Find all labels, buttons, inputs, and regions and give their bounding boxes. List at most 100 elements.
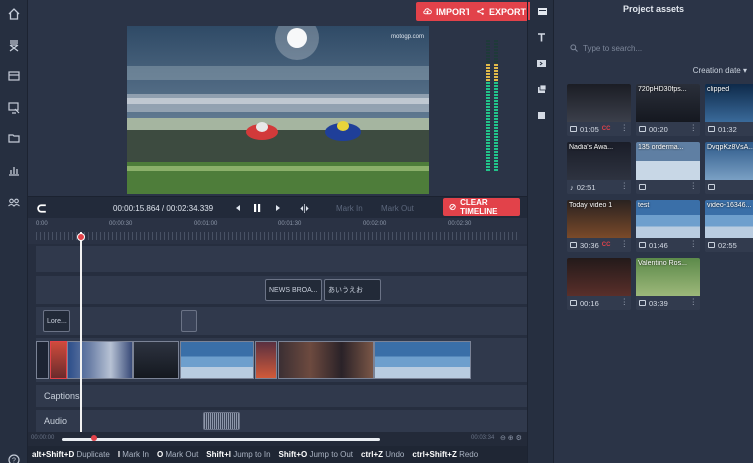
asset-card[interactable]: clipped 01:32⋮ bbox=[705, 84, 753, 136]
screen-edit-icon[interactable] bbox=[0, 98, 28, 118]
export-button[interactable]: EXPORT bbox=[469, 2, 534, 21]
meter-segment bbox=[486, 64, 490, 66]
clear-timeline-button[interactable]: CLEAR TIMELINE bbox=[443, 198, 520, 216]
asset-name: DvqpKz8VsA... bbox=[707, 144, 753, 151]
asset-card[interactable]: DvqpKz8VsA... ⋮ bbox=[705, 142, 753, 194]
assets-search-input[interactable]: Type to search... bbox=[570, 40, 740, 56]
video-clip[interactable] bbox=[255, 341, 277, 379]
director-chair-icon[interactable] bbox=[0, 36, 28, 56]
asset-card[interactable]: 135 orderma... ⋮ bbox=[636, 142, 700, 194]
chevron-down-icon: ▾ bbox=[742, 66, 747, 75]
video-clip[interactable] bbox=[36, 341, 49, 379]
meter-segment bbox=[486, 148, 490, 150]
video-icon bbox=[639, 242, 646, 248]
magnet-icon[interactable] bbox=[37, 197, 48, 219]
meter-segment bbox=[486, 61, 490, 63]
more-options-icon[interactable]: ⋮ bbox=[621, 181, 629, 190]
previous-frame-button[interactable] bbox=[234, 197, 242, 219]
mark-in-button[interactable]: Mark In bbox=[336, 197, 363, 219]
meter-segment bbox=[494, 82, 498, 84]
asset-card[interactable]: 720pHD30fps... 00:20 ⋮ bbox=[636, 84, 700, 136]
meter-segment bbox=[494, 52, 498, 54]
team-icon[interactable] bbox=[0, 192, 28, 212]
video-clip[interactable] bbox=[180, 341, 254, 379]
asset-card[interactable]: Valentino Ros... 03:39 ⋮ bbox=[636, 258, 700, 310]
meter-segment bbox=[486, 94, 490, 96]
stickers-tab-icon[interactable] bbox=[528, 80, 555, 98]
meter-segment bbox=[494, 166, 498, 168]
more-options-icon[interactable]: ⋮ bbox=[690, 239, 698, 248]
split-icon[interactable] bbox=[300, 197, 309, 219]
asset-duration: 02:51 bbox=[576, 182, 596, 192]
asset-card[interactable]: Today video 1 30:36 CC ⋮ bbox=[567, 200, 631, 252]
playhead[interactable] bbox=[80, 232, 82, 438]
text-tab-icon[interactable] bbox=[528, 28, 555, 46]
analytics-icon[interactable] bbox=[0, 160, 28, 180]
zoom-controls-icon[interactable]: ⊖ ⊕ ⚙ bbox=[500, 434, 522, 442]
svg-text:?: ? bbox=[12, 458, 16, 463]
meter-segment bbox=[486, 70, 490, 72]
video-clip[interactable] bbox=[133, 341, 179, 379]
more-options-icon[interactable]: ⋮ bbox=[690, 123, 698, 132]
asset-card[interactable]: test 01:46 ⋮ bbox=[636, 200, 700, 252]
overlay-tab-icon[interactable] bbox=[528, 106, 555, 124]
text-clip-news[interactable]: NEWS BROA... bbox=[265, 279, 322, 301]
asset-footer: ⋮ bbox=[705, 180, 753, 194]
sort-dropdown[interactable]: Creation date ▾ bbox=[693, 66, 747, 75]
playhead-handle[interactable] bbox=[77, 233, 85, 241]
transitions-tab-icon[interactable] bbox=[528, 54, 555, 72]
track-audio[interactable] bbox=[36, 410, 527, 432]
folder-icon[interactable] bbox=[0, 128, 28, 148]
mark-out-button[interactable]: Mark Out bbox=[381, 197, 414, 219]
track-overlay[interactable] bbox=[36, 307, 527, 335]
help-icon[interactable]: ? bbox=[0, 450, 28, 463]
meter-segment bbox=[494, 49, 498, 51]
search-icon bbox=[570, 44, 578, 52]
video-clip[interactable] bbox=[374, 341, 471, 379]
next-frame-button[interactable] bbox=[274, 197, 282, 219]
asset-footer: 01:32⋮ bbox=[705, 122, 753, 136]
text-clip-japanese[interactable]: あいうえお bbox=[324, 279, 381, 301]
home-icon[interactable] bbox=[0, 4, 28, 24]
track-empty[interactable] bbox=[36, 246, 527, 272]
audio-meter-left bbox=[486, 40, 490, 172]
timeline-scrollbar[interactable]: 00:00:00 00:03:34 ⊖ ⊕ ⚙ bbox=[28, 432, 527, 446]
meter-segment bbox=[494, 40, 498, 42]
audio-clip[interactable] bbox=[203, 412, 240, 430]
meter-segment bbox=[486, 157, 490, 159]
more-options-icon[interactable]: ⋮ bbox=[690, 181, 698, 190]
asset-card[interactable]: Nadia's Awa... ♪ 02:51 ⋮ bbox=[567, 142, 631, 194]
video-clip[interactable] bbox=[50, 341, 67, 379]
shortcut-label: Redo bbox=[459, 450, 479, 459]
more-options-icon[interactable]: ⋮ bbox=[621, 123, 629, 132]
overlay-clip-thumb[interactable] bbox=[181, 310, 197, 332]
asset-name: test bbox=[638, 202, 650, 209]
asset-card[interactable]: 00:16 ⋮ bbox=[567, 258, 631, 310]
meter-segment bbox=[486, 58, 490, 60]
overlay-clip-lorem[interactable]: Lore... bbox=[43, 310, 70, 332]
meter-segment bbox=[494, 127, 498, 129]
shortcut-label: Mark In bbox=[122, 450, 149, 459]
asset-card[interactable]: video-16346... 02:55⋮ bbox=[705, 200, 753, 252]
pause-button[interactable] bbox=[252, 197, 262, 219]
video-preview[interactable]: motogp.com bbox=[127, 26, 429, 194]
asset-duration: 00:16 bbox=[580, 298, 599, 308]
assets-tab-icon[interactable] bbox=[528, 2, 555, 20]
music-note-icon: ♪ bbox=[570, 182, 574, 192]
media-library-icon[interactable] bbox=[0, 66, 28, 86]
asset-duration: 01:46 bbox=[649, 240, 668, 250]
video-icon bbox=[570, 300, 577, 306]
more-options-icon[interactable]: ⋮ bbox=[621, 297, 629, 306]
video-clip[interactable] bbox=[67, 341, 133, 379]
scroll-thumb[interactable] bbox=[62, 438, 380, 441]
meter-segment bbox=[486, 142, 490, 144]
more-options-icon[interactable]: ⋮ bbox=[621, 239, 629, 248]
more-options-icon[interactable]: ⋮ bbox=[690, 297, 698, 306]
video-clip[interactable] bbox=[278, 341, 374, 379]
asset-card[interactable]: 01:05 CC ⋮ bbox=[567, 84, 631, 136]
track-captions[interactable] bbox=[36, 385, 527, 407]
timeline-ruler[interactable]: 0:00 00:00:30 00:01:00 00:01:30 00:02:00… bbox=[28, 218, 527, 244]
meter-segment bbox=[486, 139, 490, 141]
meter-segment bbox=[486, 103, 490, 105]
video-icon bbox=[639, 126, 646, 132]
